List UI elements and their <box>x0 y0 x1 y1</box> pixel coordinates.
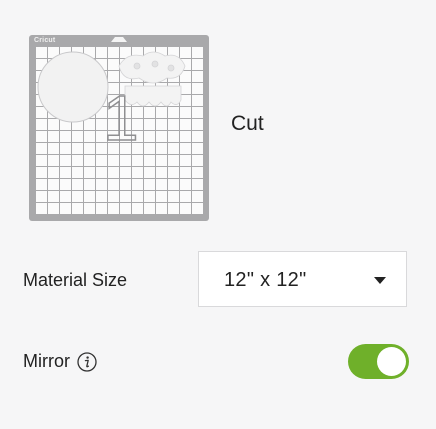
material-size-label: Material Size <box>23 270 128 290</box>
caret-down-icon <box>374 277 386 284</box>
operation-label: Cut <box>231 112 264 135</box>
mat-brand-logo: Cricut <box>34 37 56 44</box>
material-size-value: 12" x 12" <box>224 269 307 291</box>
mat-notch <box>111 37 127 42</box>
info-icon[interactable] <box>77 351 97 372</box>
material-size-dropdown[interactable]: 12" x 12" <box>198 251 407 307</box>
mirror-toggle[interactable] <box>348 344 409 379</box>
mat-grid: 1 <box>35 46 204 215</box>
mirror-row: Mirror <box>23 351 97 372</box>
toggle-knob <box>377 347 406 376</box>
mat-settings-panel: Cricut 1 Cut Material Size 12" x 12" Mir… <box>0 0 436 429</box>
mat-preview[interactable]: Cricut 1 <box>29 35 209 221</box>
mat-number: 1 <box>102 82 139 154</box>
mirror-label: Mirror <box>23 351 70 371</box>
